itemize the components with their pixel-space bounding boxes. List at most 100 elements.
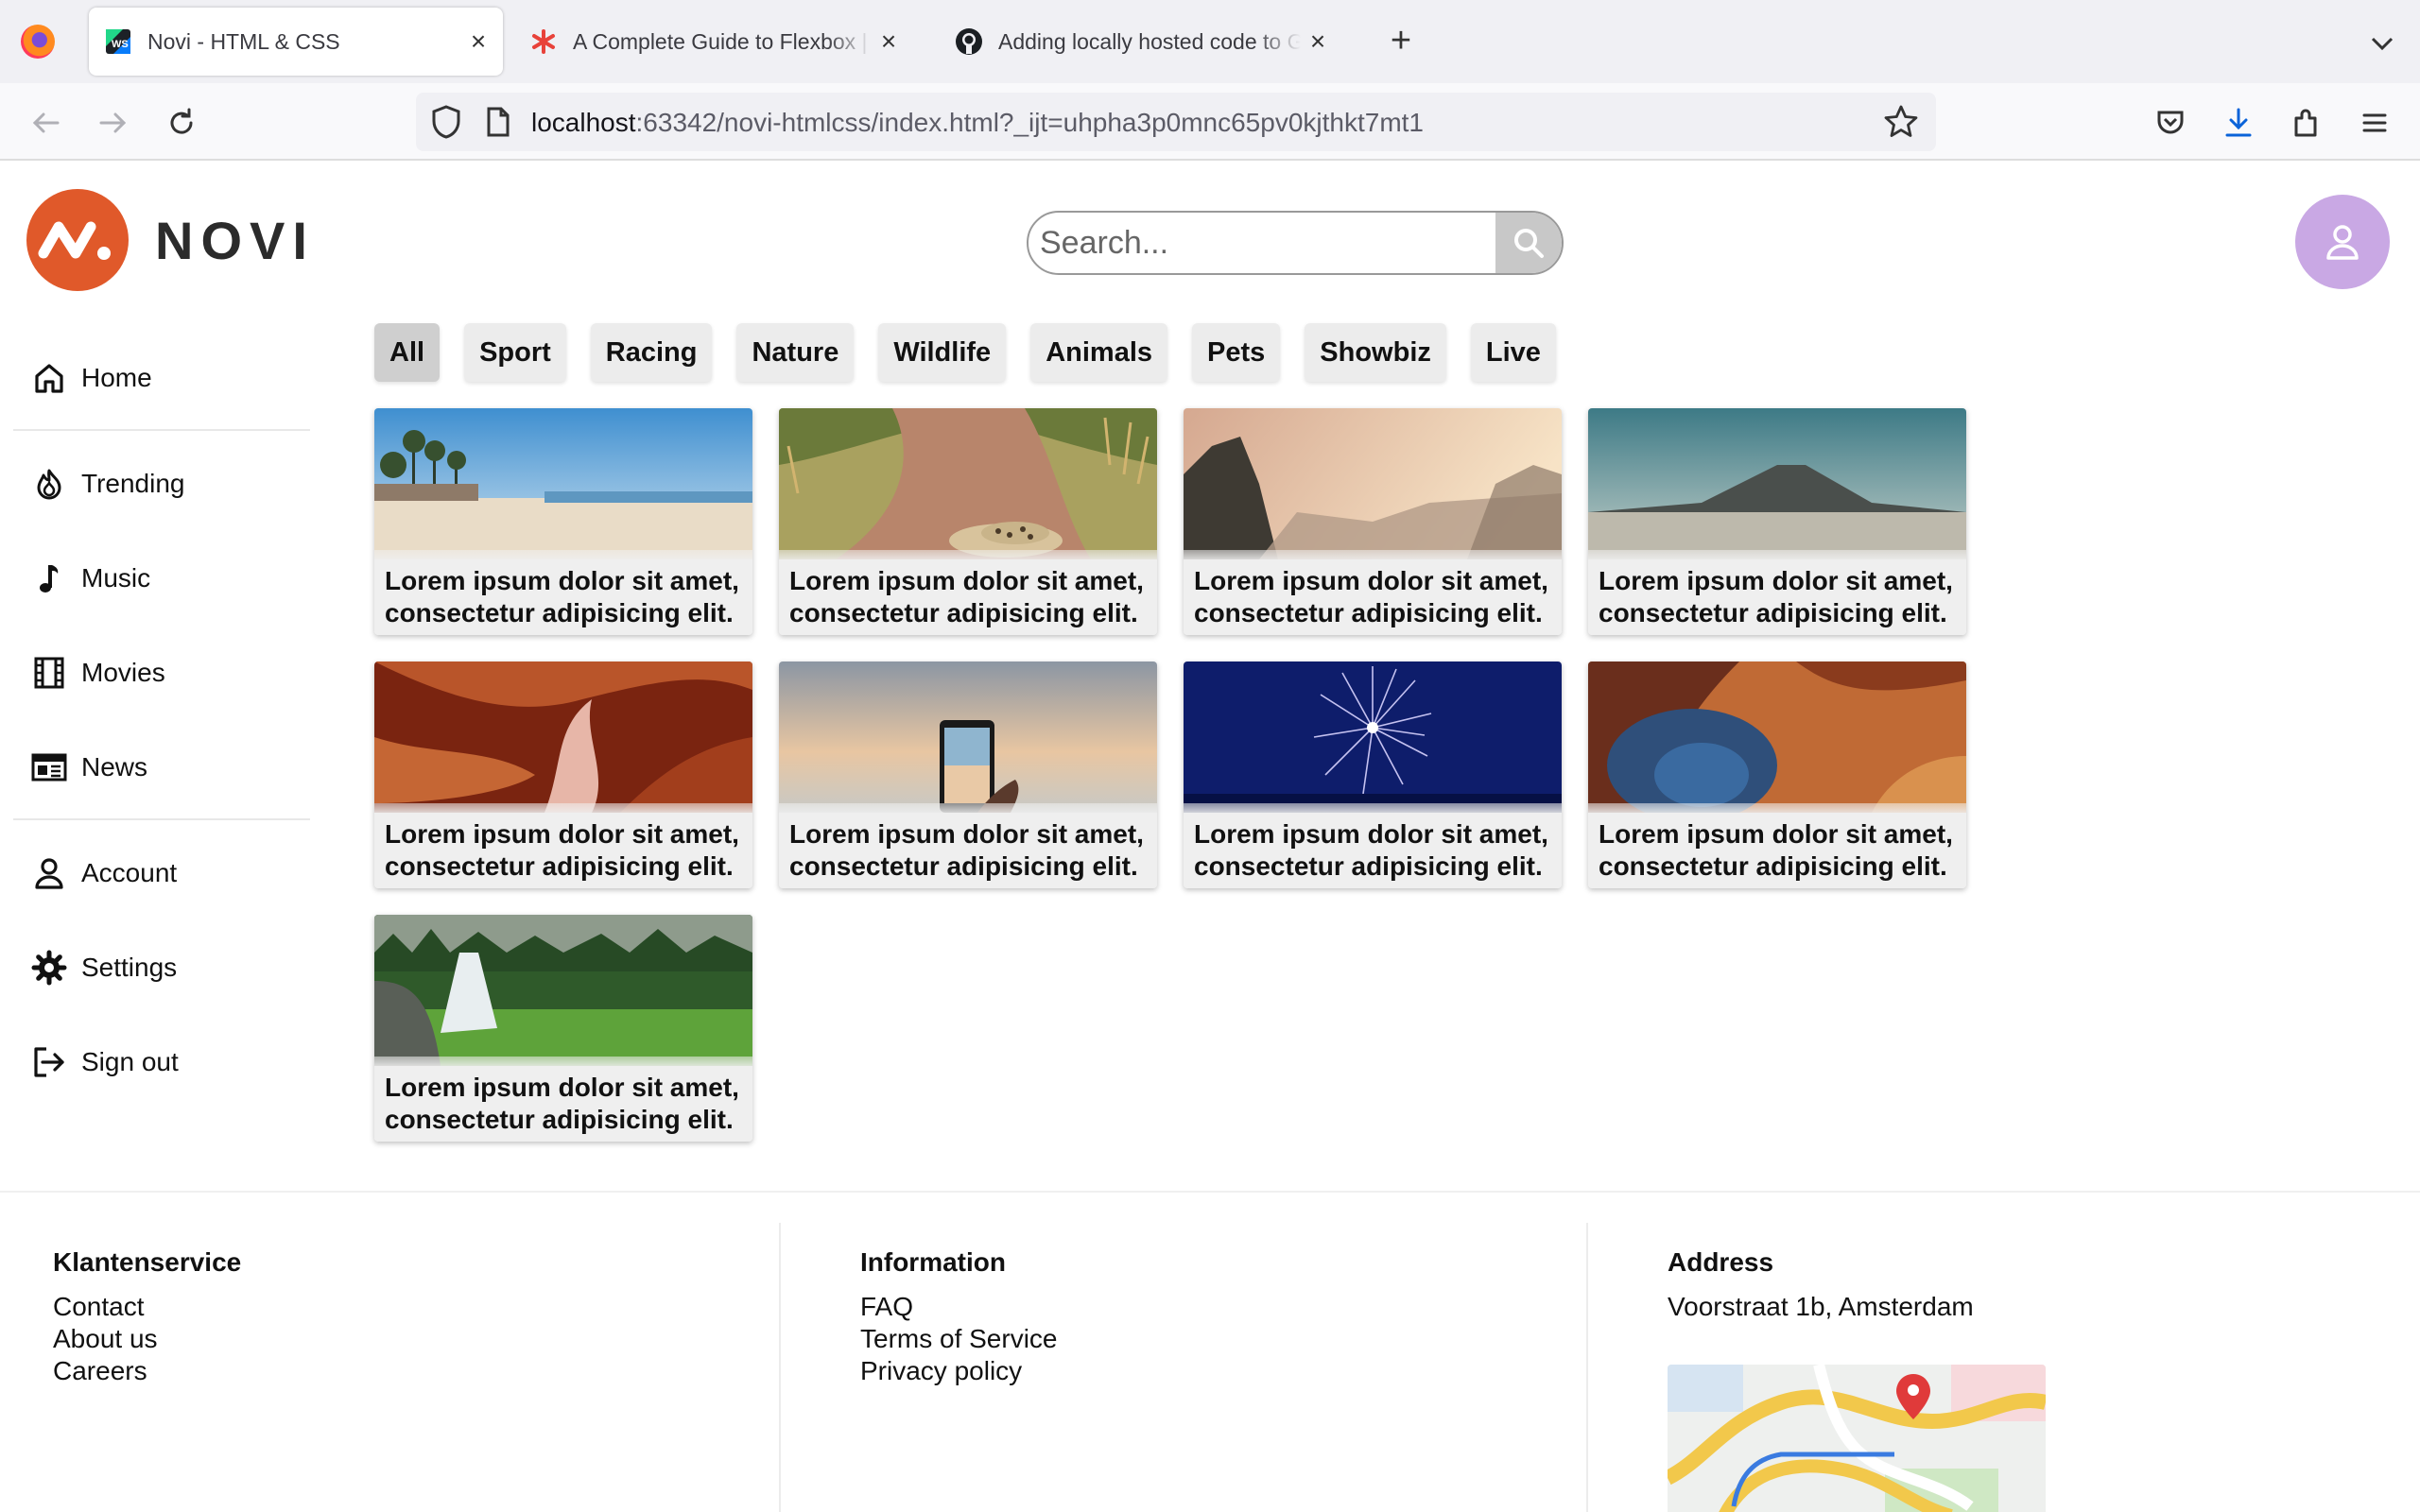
card-caption: Lorem ipsum dolor sit amet, consectetur …	[374, 803, 752, 888]
svg-text:WS: WS	[112, 39, 129, 50]
article-card[interactable]: Lorem ipsum dolor sit amet, consectetur …	[779, 408, 1157, 635]
page-icon[interactable]	[484, 106, 512, 143]
sidebar-item-account[interactable]: Account	[13, 845, 310, 902]
sidebar-item-news[interactable]: News	[13, 739, 310, 796]
sidebar-item-sign-out[interactable]: Sign out	[13, 1034, 310, 1091]
browser-nav-bar: localhost:63342/novi-htmlcss/index.html?…	[0, 83, 2420, 161]
sidebar-item-label: Sign out	[81, 1047, 179, 1076]
chevron-down-icon[interactable]	[2363, 25, 2401, 62]
beach-image	[374, 408, 752, 559]
red-canyon-image	[374, 662, 752, 813]
cliffs-sunset-image	[1184, 408, 1562, 559]
category-animals[interactable]: Animals	[1030, 323, 1168, 382]
article-card[interactable]: Lorem ipsum dolor sit amet, consectetur …	[779, 662, 1157, 888]
category-racing[interactable]: Racing	[590, 323, 713, 382]
tab-title: A Complete Guide to Flexbox | CSS-Tricks	[573, 28, 872, 54]
sidebar: Home Trending Music Movies News Account …	[13, 340, 310, 1091]
sidebar-divider	[13, 429, 310, 431]
phone-photo-sea-image	[779, 662, 1157, 813]
sidebar-item-settings[interactable]: Settings	[13, 939, 310, 996]
css-tricks-icon	[529, 27, 558, 56]
footer-link-terms[interactable]: Terms of Service	[860, 1323, 1579, 1355]
firefox-icon[interactable]	[21, 25, 55, 59]
close-tab-icon[interactable]: ×	[872, 25, 906, 59]
category-all[interactable]: All	[374, 323, 441, 382]
webstorm-icon: WS	[104, 27, 132, 56]
card-caption: Lorem ipsum dolor sit amet, consectetur …	[779, 550, 1157, 635]
fireworks-image	[1184, 662, 1562, 813]
card-caption: Lorem ipsum dolor sit amet, consectetur …	[374, 1057, 752, 1142]
close-tab-icon[interactable]: ×	[461, 25, 495, 59]
search-icon	[1514, 229, 1544, 258]
card-caption: Lorem ipsum dolor sit amet, consectetur …	[779, 803, 1157, 888]
github-icon	[955, 27, 983, 56]
bookmark-star-icon[interactable]	[1883, 104, 1919, 145]
forward-arrow-icon[interactable]	[91, 100, 136, 146]
article-card[interactable]: Lorem ipsum dolor sit amet, consectetur …	[374, 408, 752, 635]
flame-icon	[30, 465, 68, 503]
category-showbiz[interactable]: Showbiz	[1305, 323, 1446, 382]
address-text: Voorstraat 1b, Amsterdam	[1668, 1292, 1974, 1321]
browser-tab-bar: WS Novi - HTML & CSS × A Complete Guide …	[0, 0, 2420, 83]
new-tab-button[interactable]: +	[1382, 23, 1420, 60]
user-icon	[2326, 225, 2359, 260]
footer-link-careers[interactable]: Careers	[53, 1355, 771, 1387]
footer-column-information: Information FAQ Terms of Service Privacy…	[860, 1223, 1579, 1512]
article-card[interactable]: Lorem ipsum dolor sit amet, consectetur …	[1588, 662, 1966, 888]
category-live[interactable]: Live	[1470, 323, 1556, 382]
back-arrow-icon[interactable]	[23, 100, 68, 146]
article-grid: Lorem ipsum dolor sit amet, consectetur …	[374, 408, 1981, 1142]
sidebar-item-label: Trending	[81, 469, 185, 498]
card-caption: Lorem ipsum dolor sit amet, consectetur …	[1588, 803, 1966, 888]
user-avatar-button[interactable]	[2295, 195, 2390, 289]
footer-link-faq[interactable]: FAQ	[860, 1291, 1579, 1323]
download-icon[interactable]	[2216, 100, 2261, 146]
novi-logo-icon	[26, 189, 129, 291]
sidebar-item-music[interactable]: Music	[13, 550, 310, 607]
footer-column-title: Klantenservice	[53, 1247, 242, 1277]
novi-logo[interactable]: NOVI	[26, 189, 315, 291]
user-icon	[30, 854, 68, 892]
article-card[interactable]: Lorem ipsum dolor sit amet, consectetur …	[1184, 662, 1562, 888]
shield-icon[interactable]	[429, 104, 463, 145]
reload-icon[interactable]	[159, 100, 204, 146]
menu-icon[interactable]	[2352, 100, 2397, 146]
volcano-mist-image	[1588, 408, 1966, 559]
pocket-icon[interactable]	[2148, 100, 2193, 146]
sidebar-item-home[interactable]: Home	[13, 350, 310, 406]
film-icon	[30, 654, 68, 692]
article-card[interactable]: Lorem ipsum dolor sit amet, consectetur …	[374, 662, 752, 888]
search-input[interactable]	[1028, 213, 1495, 273]
sidebar-item-trending[interactable]: Trending	[13, 455, 310, 512]
tab-github[interactable]: Adding locally hosted code to GitHub ×	[942, 8, 1342, 76]
sidebar-item-label: Movies	[81, 658, 165, 687]
sign-out-icon	[30, 1043, 68, 1081]
category-sport[interactable]: Sport	[464, 323, 566, 382]
footer-divider	[779, 1223, 781, 1512]
url-bar[interactable]: localhost:63342/novi-htmlcss/index.html?…	[416, 93, 1936, 151]
sidebar-item-movies[interactable]: Movies	[13, 644, 310, 701]
category-nature[interactable]: Nature	[736, 323, 855, 382]
gear-icon	[30, 949, 68, 987]
extensions-icon[interactable]	[2284, 100, 2329, 146]
footer-link-contact[interactable]: Contact	[53, 1291, 771, 1323]
home-icon	[30, 359, 68, 397]
footer-link-privacy[interactable]: Privacy policy	[860, 1355, 1579, 1387]
sidebar-item-label: News	[81, 752, 148, 782]
article-card[interactable]: Lorem ipsum dolor sit amet, consectetur …	[374, 915, 752, 1142]
footer-column-title: Address	[1668, 1247, 1774, 1277]
tab-novi[interactable]: WS Novi - HTML & CSS ×	[89, 8, 503, 76]
sidebar-item-label: Settings	[81, 953, 178, 982]
tab-flexbox-guide[interactable]: A Complete Guide to Flexbox | CSS-Tricks…	[516, 8, 913, 76]
close-tab-icon[interactable]: ×	[1301, 25, 1335, 59]
card-caption: Lorem ipsum dolor sit amet, consectetur …	[1588, 550, 1966, 635]
article-card[interactable]: Lorem ipsum dolor sit amet, consectetur …	[1184, 408, 1562, 635]
search-button[interactable]	[1495, 213, 1562, 273]
article-card[interactable]: Lorem ipsum dolor sit amet, consectetur …	[1588, 408, 1966, 635]
waterfall-forest-image	[374, 915, 752, 1066]
url-text[interactable]: localhost:63342/novi-htmlcss/index.html?…	[531, 108, 1424, 138]
category-pets[interactable]: Pets	[1192, 323, 1281, 382]
category-wildlife[interactable]: Wildlife	[878, 323, 1007, 382]
footer-link-about-us[interactable]: About us	[53, 1323, 771, 1355]
map-image[interactable]	[1668, 1365, 2046, 1512]
